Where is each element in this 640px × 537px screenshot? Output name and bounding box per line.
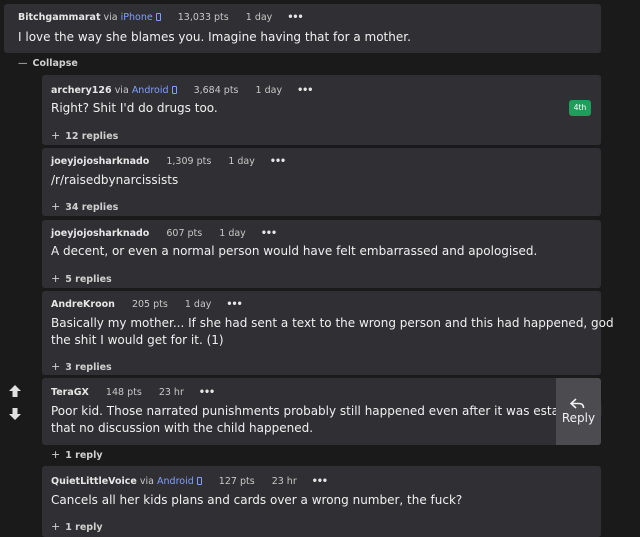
replies-toggle[interactable]: +12 replies [51,129,118,142]
comment-meta: TeraGX 148 pts 23 hr ••• [51,387,215,398]
via-label: via [114,85,129,96]
rank-badge: 4th [569,100,591,116]
reply-label: Reply [561,411,596,425]
replies-toggle[interactable]: +3 replies [51,360,112,373]
comment-body: Cancels all her kids plans and cards ove… [51,493,463,507]
plus-icon: + [51,520,61,533]
comment-author[interactable]: Bitchgammarat [18,12,101,23]
replies-count: 1 reply [65,522,103,533]
comment-meta: joeyjojosharknado 607 pts 1 day ••• [51,228,277,239]
comment-age: 23 hr [158,387,184,398]
more-options-icon[interactable]: ••• [312,476,328,487]
comment-author[interactable]: archery126 [51,85,112,96]
replies-toggle[interactable]: +5 replies [51,272,112,285]
top-comment-meta: Bitchgammarat via iPhone 13,033 pts 1 da… [18,12,304,23]
comment-points: 127 pts [218,476,255,487]
plus-icon: + [51,200,61,213]
comment-body: /r/raisedbynarcissists [51,173,179,187]
comment-points: 1,309 pts [166,156,212,167]
comment-points: 205 pts [131,299,168,310]
comment-points: 607 pts [166,228,203,239]
phone-icon [171,86,177,94]
device-label: Android [157,476,194,487]
comment-author[interactable]: joeyjojosharknado [51,228,149,239]
comment-age: 1 day [228,156,255,167]
more-options-icon[interactable]: ••• [270,156,286,167]
device-label: Android [131,85,169,96]
phone-icon [196,477,202,485]
comment-body: I love the way she blames you. Imagine h… [18,30,411,44]
comment-meta: joeyjojosharknado 1,309 pts 1 day ••• [51,156,286,167]
replies-toggle[interactable]: +34 replies [51,200,118,213]
comment-points: 13,033 pts [177,12,229,23]
vote-controls [7,384,23,421]
minus-icon: — [18,58,28,69]
replies-toggle[interactable]: +1 reply [51,448,103,461]
plus-icon: + [51,448,61,461]
replies-count: 34 replies [65,202,119,213]
more-options-icon[interactable]: ••• [297,85,313,96]
reply-arrow-icon [570,398,585,409]
comment-body: A decent, or even a normal person would … [51,244,538,258]
via-label: via [103,12,118,23]
more-options-icon[interactable]: ••• [199,387,215,398]
comment-points: 148 pts [105,387,142,398]
replies-count: 12 replies [65,131,119,142]
replies-count: 1 reply [65,450,103,461]
device-label: iPhone [120,12,153,23]
collapse-button[interactable]: — Collapse [18,58,78,69]
collapse-label: Collapse [32,58,78,69]
more-options-icon[interactable]: ••• [226,299,242,310]
comment-body: Right? Shit I'd do drugs too. [51,101,218,115]
plus-icon: + [51,129,61,142]
comment-meta: AndreKroon 205 pts 1 day ••• [51,299,243,310]
plus-icon: + [51,360,61,373]
replies-toggle[interactable]: +1 reply [51,520,103,533]
comment-author[interactable]: TeraGX [51,387,89,398]
comment-age: 23 hr [271,476,297,487]
reply-button[interactable]: Reply [556,378,601,445]
comment-age: 1 day [255,85,283,96]
comment-body-line-2: the shit I would get for it. (1) [51,333,224,347]
replies-count: 5 replies [65,274,112,285]
comment-body-line-1: Poor kid. Those narrated punishments pro… [51,404,603,418]
plus-icon: + [51,272,61,285]
comment-age: 1 day [245,12,273,23]
comment-body-line-2: that no discussion with the child happen… [51,421,314,435]
comment-meta: archery126 via Android 3,684 pts 1 day •… [51,85,313,96]
arrow-down-icon[interactable] [7,407,23,421]
comment-author[interactable]: QuietLittleVoice [51,476,137,487]
comment-meta: QuietLittleVoice via Android 127 pts 23 … [51,476,328,487]
phone-icon [155,13,161,21]
comment-age: 1 day [219,228,246,239]
comment-age: 1 day [184,299,212,310]
more-options-icon[interactable]: ••• [287,12,303,23]
comment-points: 3,684 pts [193,85,239,96]
comment-author[interactable]: joeyjojosharknado [51,156,149,167]
comment-author[interactable]: AndreKroon [51,299,115,310]
replies-count: 3 replies [65,362,112,373]
via-label: via [139,476,154,487]
comment-body-line-1: Basically my mother... If she had sent a… [51,316,614,330]
more-options-icon[interactable]: ••• [261,228,277,239]
arrow-up-icon[interactable] [7,384,23,398]
